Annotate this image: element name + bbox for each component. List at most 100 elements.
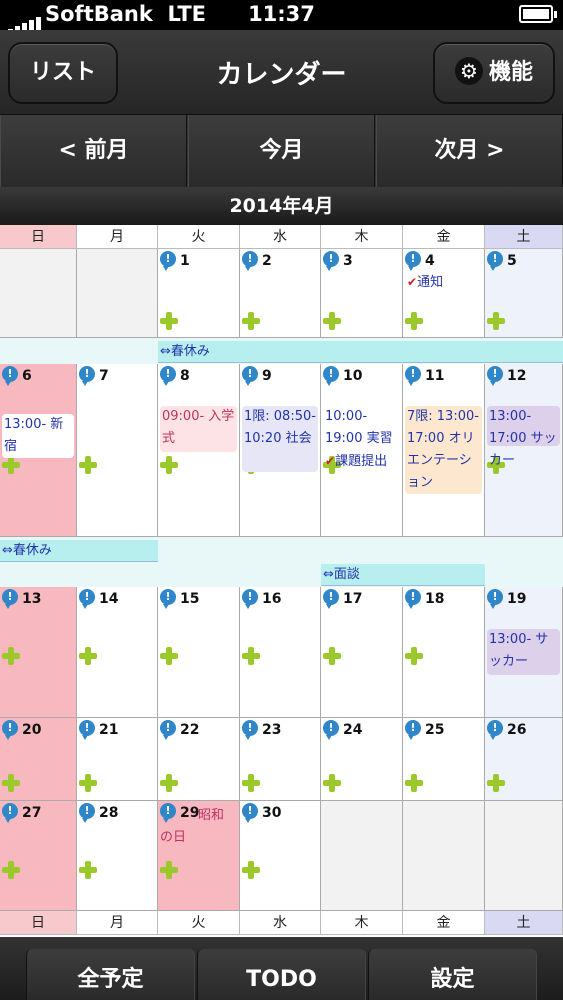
note-bubble-icon[interactable]: ! — [487, 251, 503, 271]
event-item[interactable]: 09:00- 入学式 — [160, 406, 237, 452]
all-events-button[interactable]: 全予定 — [26, 949, 195, 1000]
add-event-icon[interactable] — [323, 774, 341, 792]
add-event-icon[interactable] — [160, 774, 178, 792]
event-item[interactable]: 7限: 13:00-17:00 オリエンテーション — [405, 406, 482, 494]
day-cell-16[interactable]: ! 16 — [240, 587, 321, 718]
note-bubble-icon[interactable]: ! — [242, 720, 258, 740]
note-bubble-icon[interactable]: ! — [405, 366, 421, 386]
note-bubble-icon[interactable]: ! — [323, 720, 339, 740]
day-cell-22[interactable]: ! 22 — [158, 718, 240, 801]
day-cell-20[interactable]: ! 20 — [0, 718, 77, 801]
note-bubble-icon[interactable]: ! — [405, 589, 421, 609]
add-event-icon[interactable] — [487, 312, 505, 330]
note-bubble-icon[interactable]: ! — [160, 589, 176, 609]
day-cell-27[interactable]: ! 27 — [0, 801, 77, 911]
note-bubble-icon[interactable]: ! — [2, 803, 18, 823]
day-cell-26[interactable]: ! 26 — [485, 718, 563, 801]
day-cell-2[interactable]: ! 2 — [240, 249, 321, 338]
note-bubble-icon[interactable]: ! — [79, 366, 95, 386]
event-item[interactable]: ✔通知 — [405, 271, 482, 294]
add-event-icon[interactable] — [160, 647, 178, 665]
add-event-icon[interactable] — [160, 456, 178, 474]
day-cell-7[interactable]: ! 7 — [77, 364, 158, 537]
function-button[interactable]: ⚙ 機能 — [433, 42, 555, 104]
add-event-icon[interactable] — [323, 312, 341, 330]
add-event-icon[interactable] — [160, 312, 178, 330]
day-cell-5[interactable]: ! 5 — [485, 249, 563, 338]
day-cell-28[interactable]: ! 28 — [77, 801, 158, 911]
day-cell-3[interactable]: ! 3 — [321, 249, 403, 338]
event-item[interactable]: ✔課題提出 — [323, 450, 400, 473]
add-event-icon[interactable] — [160, 861, 178, 879]
multi-day-event[interactable]: ⇔春休み — [0, 540, 158, 562]
event-item[interactable]: 1限: 08:50-10:20 社会 — [242, 406, 318, 472]
add-event-icon[interactable] — [242, 861, 260, 879]
note-bubble-icon[interactable]: ! — [160, 720, 176, 740]
note-bubble-icon[interactable]: ! — [2, 366, 18, 386]
add-event-icon[interactable] — [2, 647, 20, 665]
multi-day-event[interactable]: ⇔面談 — [321, 564, 485, 586]
day-cell-15[interactable]: ! 15 — [158, 587, 240, 718]
note-bubble-icon[interactable]: ! — [487, 366, 503, 386]
day-cell-21[interactable]: ! 21 — [77, 718, 158, 801]
add-event-icon[interactable] — [242, 312, 260, 330]
note-bubble-icon[interactable]: ! — [405, 251, 421, 271]
note-bubble-icon[interactable]: ! — [242, 366, 258, 386]
note-bubble-icon[interactable]: ! — [242, 251, 258, 271]
note-bubble-icon[interactable]: ! — [323, 251, 339, 271]
add-event-icon[interactable] — [323, 647, 341, 665]
day-cell-13[interactable]: ! 13 — [0, 587, 77, 718]
day-cell-30[interactable]: ! 30 — [240, 801, 321, 911]
note-bubble-icon[interactable]: ! — [79, 720, 95, 740]
day-cell-12[interactable]: ! 12 13:00-17:00 サッカー — [485, 364, 563, 537]
day-cell-8[interactable]: ! 8 09:00- 入学式 — [158, 364, 240, 537]
add-event-icon[interactable] — [79, 861, 97, 879]
day-cell-19[interactable]: ! 19 13:00- サッカー — [485, 587, 563, 718]
day-cell-23[interactable]: ! 23 — [240, 718, 321, 801]
note-bubble-icon[interactable]: ! — [2, 720, 18, 740]
note-bubble-icon[interactable]: ! — [160, 366, 176, 386]
add-event-icon[interactable] — [242, 647, 260, 665]
add-event-icon[interactable] — [79, 456, 97, 474]
note-bubble-icon[interactable]: ! — [405, 720, 421, 740]
event-item[interactable]: 13:00-17:00 サッカー — [487, 406, 560, 468]
note-bubble-icon[interactable]: ! — [79, 589, 95, 609]
add-event-icon[interactable] — [2, 456, 20, 474]
event-item[interactable]: 13:00- 新宿 — [2, 414, 74, 458]
note-bubble-icon[interactable]: ! — [2, 589, 18, 609]
add-event-icon[interactable] — [2, 774, 20, 792]
day-cell-29[interactable]: ! 29 昭和の日 — [158, 801, 240, 911]
note-bubble-icon[interactable]: ! — [160, 251, 176, 271]
event-item[interactable]: 10:00-19:00 実習 — [323, 406, 400, 450]
day-cell-24[interactable]: ! 24 — [321, 718, 403, 801]
next-month-button[interactable]: 次月 > — [376, 115, 563, 187]
add-event-icon[interactable] — [242, 774, 260, 792]
day-cell-25[interactable]: ! 25 — [403, 718, 485, 801]
list-button[interactable]: リスト — [8, 42, 118, 104]
note-bubble-icon[interactable]: ! — [487, 720, 503, 740]
day-cell-14[interactable]: ! 14 — [77, 587, 158, 718]
note-bubble-icon[interactable]: ! — [79, 803, 95, 823]
prev-month-button[interactable]: < 前月 — [0, 115, 187, 187]
day-cell-17[interactable]: ! 17 — [321, 587, 403, 718]
note-bubble-icon[interactable]: ! — [323, 589, 339, 609]
add-event-icon[interactable] — [405, 774, 423, 792]
day-cell-11[interactable]: ! 11 7限: 13:00-17:00 オリエンテーション — [403, 364, 485, 537]
day-cell-6[interactable]: ! 6 13:00- 新宿 — [0, 364, 77, 537]
day-cell-18[interactable]: ! 18 — [403, 587, 485, 718]
add-event-icon[interactable] — [405, 647, 423, 665]
event-item[interactable]: 13:00- サッカー — [487, 629, 560, 675]
add-event-icon[interactable] — [79, 774, 97, 792]
day-cell-10[interactable]: ! 10 10:00-19:00 実習 ✔課題提出 — [321, 364, 403, 537]
add-event-icon[interactable] — [487, 774, 505, 792]
note-bubble-icon[interactable]: ! — [323, 366, 339, 386]
add-event-icon[interactable] — [2, 861, 20, 879]
current-month-button[interactable]: 今月 — [188, 115, 375, 187]
todo-button[interactable]: TODO — [197, 949, 366, 1000]
add-event-icon[interactable] — [405, 312, 423, 330]
day-cell-4[interactable]: ! 4 ✔通知 — [403, 249, 485, 338]
day-cell-9[interactable]: ! 9 1限: 08:50-10:20 社会 — [240, 364, 321, 537]
day-cell-1[interactable]: ! 1 — [158, 249, 240, 338]
add-event-icon[interactable] — [79, 647, 97, 665]
note-bubble-icon[interactable]: ! — [242, 589, 258, 609]
